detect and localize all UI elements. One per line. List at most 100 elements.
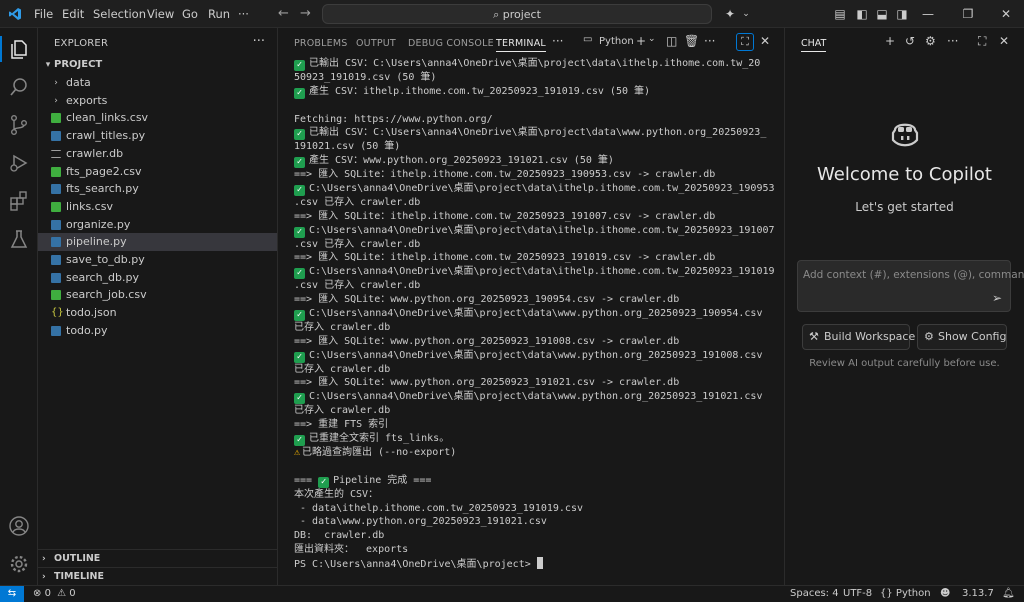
toggle-primary-sidebar-icon[interactable]: ◧ bbox=[854, 6, 870, 22]
tree-file[interactable]: search_job.csv bbox=[38, 286, 277, 304]
timeline-section[interactable]: › TIMELINE bbox=[38, 567, 277, 585]
chevron-right-icon: › bbox=[42, 572, 46, 582]
split-terminal-icon[interactable]: ◫ bbox=[666, 34, 677, 48]
copilot-status-icon[interactable]: ☻ bbox=[940, 588, 950, 599]
terminal-line: DB: crawler.db bbox=[294, 530, 385, 542]
new-terminal-icon[interactable]: + bbox=[636, 34, 646, 48]
menu-run[interactable]: Run bbox=[208, 7, 230, 21]
chat-input[interactable]: Add context (#), extensions (@), command… bbox=[797, 260, 1024, 312]
language-mode-status[interactable]: {} Python bbox=[880, 588, 931, 599]
run-and-debug-icon[interactable] bbox=[8, 152, 30, 174]
terminal-line: ✓ 產生 CSV：ithelp.ithome.com.tw_20250923_19… bbox=[294, 85, 774, 99]
more-actions-icon[interactable]: ··· bbox=[253, 34, 265, 49]
menu-edit[interactable]: Edit bbox=[62, 7, 84, 21]
tree-file[interactable]: {} todo.json bbox=[38, 304, 277, 322]
explorer-files-icon[interactable] bbox=[8, 38, 30, 60]
terminal-line: Fetching: https://www.python.org/ bbox=[294, 113, 493, 125]
check-mark-icon: ✓ bbox=[294, 60, 305, 71]
tree-file[interactable]: crawl_titles.py bbox=[38, 127, 277, 145]
show-config-button[interactable]: ⚙ Show Config bbox=[917, 324, 1007, 350]
remote-indicator-icon[interactable]: ⇆ bbox=[0, 586, 24, 602]
minimize-icon[interactable]: — bbox=[920, 6, 936, 22]
tree-file[interactable]: pipeline.py bbox=[38, 233, 277, 252]
check-mark-icon: ✓ bbox=[294, 185, 305, 197]
tree-file[interactable]: organize.py bbox=[38, 216, 277, 234]
close-chat-icon[interactable]: ✕ bbox=[999, 34, 1009, 48]
send-icon[interactable]: ➢ bbox=[992, 291, 1002, 305]
manage-gear-icon[interactable] bbox=[8, 553, 30, 575]
menu-selection[interactable]: Selection bbox=[93, 7, 146, 21]
terminal-profile-label[interactable]: Python bbox=[599, 36, 634, 47]
extensions-icon[interactable] bbox=[8, 190, 30, 212]
chevron-down-icon: ▾ bbox=[45, 60, 51, 70]
build-workspace-button[interactable]: ⚒ Build Workspace bbox=[802, 324, 915, 350]
tree-item-label: save_to_db.py bbox=[66, 253, 145, 266]
tree-file[interactable]: fts_page2.csv bbox=[38, 163, 277, 181]
command-center-search[interactable]: ⌕ project bbox=[322, 4, 712, 24]
tab-debug-console[interactable]: DEBUG CONSOLE bbox=[408, 38, 494, 49]
search-icon[interactable] bbox=[8, 76, 30, 98]
indentation-status[interactable]: Spaces: 4 bbox=[790, 588, 839, 599]
chevron-down-icon[interactable]: ⌄ bbox=[648, 34, 656, 44]
trash-icon[interactable]: 🗑 bbox=[684, 34, 699, 48]
tree-file[interactable]: clean_links.csv bbox=[38, 109, 277, 127]
tree-file[interactable]: todo.py bbox=[38, 322, 277, 340]
tab-output[interactable]: OUTPUT bbox=[356, 38, 396, 49]
terminal-line: === ✓ Pipeline 完成 === bbox=[294, 474, 432, 488]
tree-file[interactable]: save_to_db.py bbox=[38, 251, 277, 269]
forward-arrow-icon[interactable]: → bbox=[300, 6, 311, 21]
toggle-secondary-sidebar-icon[interactable]: ◨ bbox=[894, 6, 910, 22]
tree-item-label: exports bbox=[66, 93, 108, 107]
terminal-panel: PROBLEMS OUTPUT DEBUG CONSOLE TERMINAL ·… bbox=[278, 28, 785, 585]
warning-icon: ⚠ bbox=[57, 588, 67, 599]
menu-file[interactable]: File bbox=[34, 7, 53, 21]
csv-file-icon bbox=[51, 201, 61, 212]
menu-more[interactable]: ··· bbox=[238, 7, 249, 21]
testing-flask-icon[interactable] bbox=[8, 228, 30, 250]
outline-section[interactable]: › OUTLINE bbox=[38, 549, 277, 567]
source-control-icon[interactable] bbox=[8, 114, 30, 136]
toggle-panel-icon[interactable]: ⬓ bbox=[874, 6, 890, 22]
back-arrow-icon[interactable]: ← bbox=[278, 6, 289, 21]
project-folder-header[interactable]: ▾ PROJECT bbox=[38, 56, 277, 74]
copilot-sparkle-icon[interactable]: ✦ bbox=[722, 6, 738, 22]
account-icon[interactable] bbox=[8, 515, 30, 537]
tree-file[interactable]: fts_search.py bbox=[38, 180, 277, 198]
py-file-icon bbox=[51, 255, 61, 265]
history-icon[interactable]: ↺ bbox=[905, 34, 915, 48]
tree-file[interactable]: search_db.py bbox=[38, 269, 277, 287]
terminal-output[interactable]: ✓ 已輸出 CSV：C:\Users\anna4\OneDrive\桌面\proj… bbox=[294, 57, 774, 577]
terminal-line: ==> 匯入 SQLite：www.python.org_20250923_19… bbox=[294, 294, 680, 306]
check-mark-icon: ✓ bbox=[318, 476, 330, 488]
python-version-status[interactable]: 3.13.7 bbox=[962, 588, 994, 599]
chat-title[interactable]: CHAT bbox=[801, 38, 827, 52]
errors-status[interactable]: ⊗ 0 ⚠ 0 bbox=[33, 588, 76, 599]
encoding-status[interactable]: UTF-8 bbox=[843, 588, 872, 599]
tab-problems[interactable]: PROBLEMS bbox=[294, 38, 347, 49]
terminal-line: ==> 匯入 SQLite：ithelp.ithome.com.tw_20250… bbox=[294, 252, 716, 264]
tree-folder[interactable]: › exports bbox=[38, 92, 277, 110]
new-chat-icon[interactable]: + bbox=[885, 34, 895, 48]
close-panel-icon[interactable]: ✕ bbox=[760, 34, 770, 48]
tree-file[interactable]: crawler.db bbox=[38, 145, 277, 163]
chevron-down-icon[interactable]: ⌄ bbox=[738, 6, 754, 22]
more-tabs-icon[interactable]: ··· bbox=[552, 34, 563, 48]
terminal-line: ==> 匯入 SQLite：ithelp.ithome.com.tw_20250… bbox=[294, 210, 716, 222]
terminal-line: 191021.csv (50 筆) bbox=[294, 141, 401, 153]
tree-folder[interactable]: › data bbox=[38, 74, 277, 92]
restore-icon[interactable]: ❐ bbox=[960, 6, 976, 22]
menu-view[interactable]: View bbox=[147, 7, 174, 21]
menu-go[interactable]: Go bbox=[182, 7, 198, 21]
notifications-bell-icon[interactable]: 🔔︎ bbox=[1002, 588, 1015, 599]
title-bar: File Edit Selection View Go Run ··· ← → … bbox=[0, 0, 1024, 28]
maximize-icon[interactable]: ⛶ bbox=[978, 34, 986, 49]
tab-terminal[interactable]: TERMINAL bbox=[496, 38, 546, 52]
customize-layout-icon[interactable]: ▤ bbox=[832, 6, 848, 22]
maximize-panel-icon[interactable]: ⛶ bbox=[736, 33, 754, 51]
terminal-cursor bbox=[536, 557, 543, 570]
tree-file[interactable]: links.csv bbox=[38, 198, 277, 216]
close-window-icon[interactable]: ✕ bbox=[998, 6, 1014, 22]
more-actions-icon[interactable]: ··· bbox=[947, 34, 958, 48]
more-actions-icon[interactable]: ··· bbox=[704, 34, 715, 48]
settings-gear-icon[interactable]: ⚙ bbox=[925, 34, 936, 48]
